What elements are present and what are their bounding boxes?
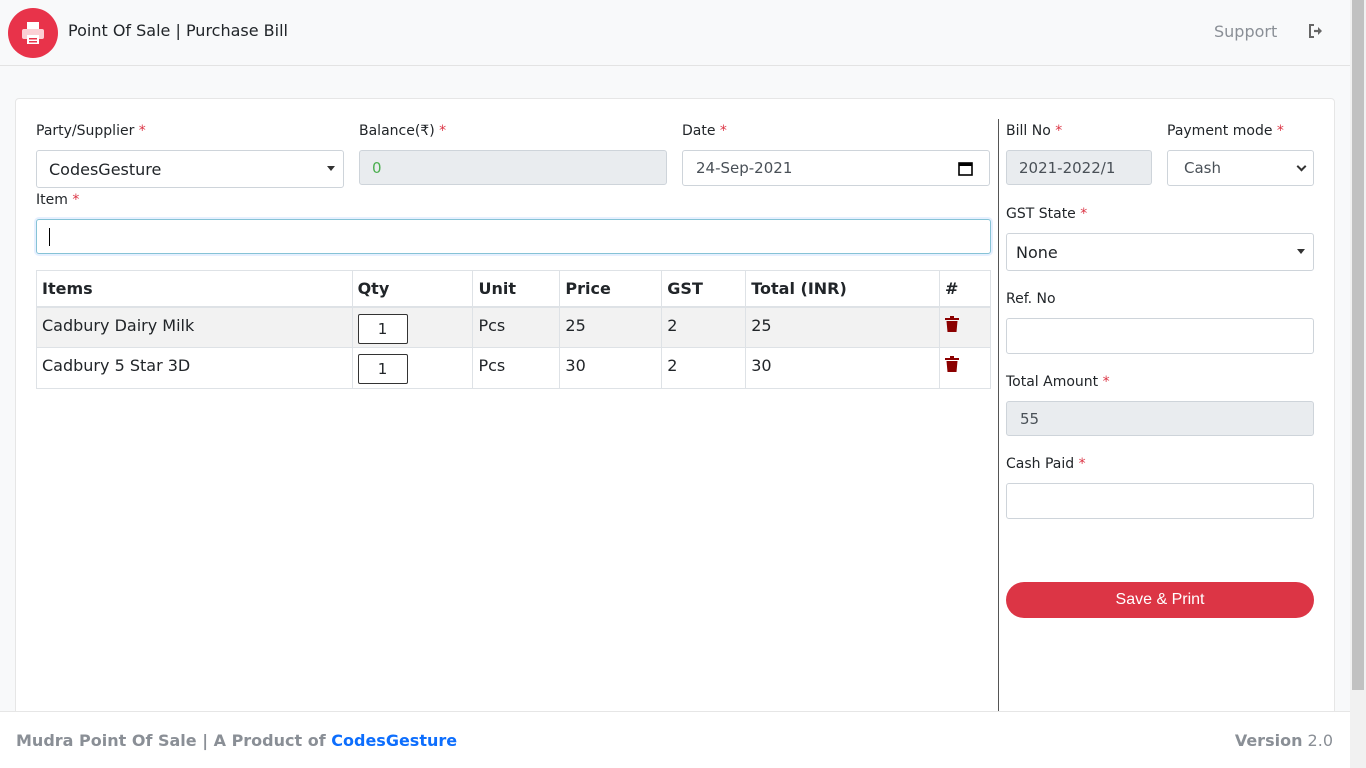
date-label: Date * xyxy=(682,123,727,139)
payment-mode-label: Payment mode * xyxy=(1167,123,1284,139)
col-price-header: Price xyxy=(559,270,663,308)
save-print-button[interactable]: Save & Print xyxy=(1006,582,1314,618)
trash-icon[interactable] xyxy=(944,315,959,332)
balance-field: 0 xyxy=(359,150,667,185)
page-title: Point Of Sale | Purchase Bill xyxy=(68,21,288,40)
party-label: Party/Supplier * xyxy=(36,123,146,139)
price-cell: 30 xyxy=(559,347,663,389)
table-header-row: Items Qty Unit Price GST Total (INR) # xyxy=(36,270,992,308)
total-amount-field: 55 xyxy=(1006,401,1314,436)
logout-icon[interactable] xyxy=(1307,22,1327,42)
unit-cell: Pcs xyxy=(472,306,561,348)
col-action-header: # xyxy=(938,270,992,308)
action-cell xyxy=(938,306,992,348)
date-input[interactable]: 24-Sep-2021 xyxy=(682,150,990,186)
payment-mode-select[interactable]: Cash xyxy=(1167,150,1314,186)
dropdown-caret-icon xyxy=(1297,249,1305,254)
qty-input[interactable]: 1 xyxy=(357,354,408,384)
col-gst-header: GST xyxy=(661,270,747,308)
action-cell xyxy=(938,347,992,389)
purchase-bill-card: Party/Supplier * CodesGesture Balance(₹)… xyxy=(15,98,1335,731)
item-name-cell: Cadbury 5 Star 3D xyxy=(36,347,353,389)
cash-paid-input[interactable] xyxy=(1006,483,1314,519)
text-cursor xyxy=(49,228,50,246)
gst-state-select[interactable]: None xyxy=(1006,233,1314,271)
col-unit-header: Unit xyxy=(472,270,561,308)
balance-label: Balance(₹) * xyxy=(359,123,447,139)
footer: Mudra Point Of Sale | A Product of Codes… xyxy=(0,711,1350,768)
top-navbar: Point Of Sale | Purchase Bill Support xyxy=(0,0,1350,66)
total-cell: 25 xyxy=(745,306,940,348)
item-name-cell: Cadbury Dairy Milk xyxy=(36,306,353,348)
col-qty-header: Qty xyxy=(351,270,474,308)
price-cell: 25 xyxy=(559,306,663,348)
qty-input[interactable]: 1 xyxy=(357,313,408,344)
page-scrollbar[interactable] xyxy=(1350,0,1366,768)
col-items-header: Items xyxy=(36,270,353,308)
qty-cell: 1 xyxy=(351,347,474,389)
item-search-input[interactable] xyxy=(36,219,991,254)
ref-no-input[interactable] xyxy=(1006,318,1314,354)
scrollbar-thumb[interactable] xyxy=(1352,0,1364,690)
footer-credit: Mudra Point Of Sale | A Product of Codes… xyxy=(16,731,458,750)
cash-paid-label: Cash Paid * xyxy=(1006,456,1086,472)
table-row: Cadbury 5 Star 3D 1 Pcs 30 2 30 xyxy=(36,347,992,389)
items-table: Items Qty Unit Price GST Total (INR) # C… xyxy=(36,270,992,389)
qty-cell: 1 xyxy=(351,306,474,348)
brand-link[interactable]: CodesGesture xyxy=(331,731,457,750)
bill-no-label: Bill No * xyxy=(1006,123,1063,139)
total-amount-label: Total Amount * xyxy=(1006,374,1110,390)
version-info: Version 2.0 xyxy=(1234,731,1333,750)
chevron-down-icon xyxy=(1296,161,1307,172)
party-supplier-select[interactable]: CodesGesture xyxy=(36,150,344,188)
total-cell: 30 xyxy=(745,347,940,389)
gst-cell: 2 xyxy=(661,347,747,389)
section-divider xyxy=(998,119,999,731)
calendar-icon[interactable] xyxy=(958,161,973,180)
bill-no-field: 2021-2022/1 xyxy=(1006,150,1152,185)
gst-state-label: GST State * xyxy=(1006,206,1088,222)
unit-cell: Pcs xyxy=(472,347,561,389)
col-total-header: Total (INR) xyxy=(745,270,940,308)
trash-icon[interactable] xyxy=(944,356,959,372)
support-link[interactable]: Support xyxy=(1214,22,1277,41)
item-label: Item * xyxy=(36,192,80,208)
gst-cell: 2 xyxy=(661,306,747,348)
dropdown-caret-icon xyxy=(327,166,335,171)
ref-no-label: Ref. No xyxy=(1006,291,1056,307)
table-row: Cadbury Dairy Milk 1 Pcs 25 2 25 xyxy=(36,306,992,348)
printer-logo-icon xyxy=(8,8,58,58)
